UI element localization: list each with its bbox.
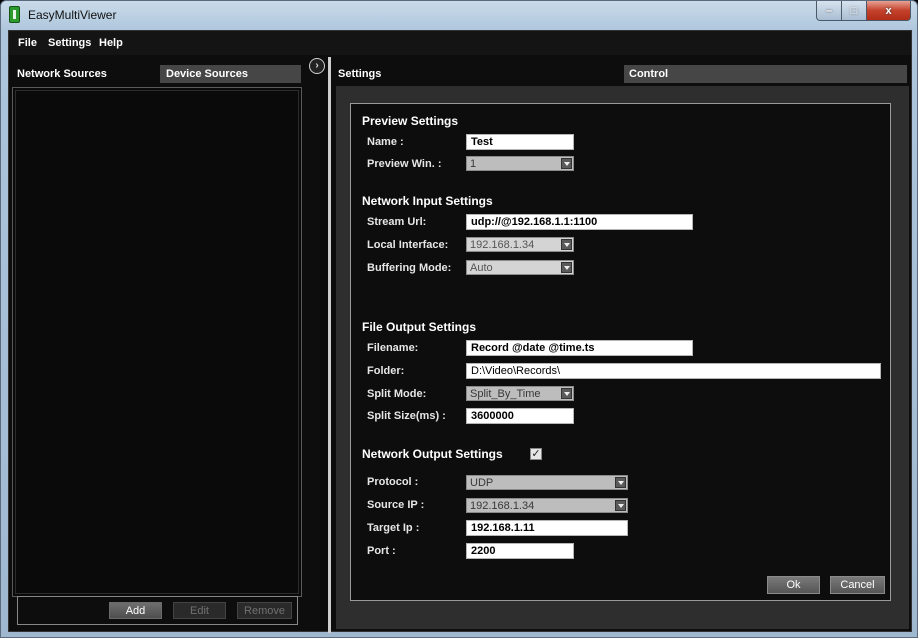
preview-win-label: Preview Win. : — [367, 158, 442, 170]
sources-button-bar: Add Edit Remove — [17, 596, 298, 625]
maximize-icon: □ — [850, 4, 858, 17]
remove-button[interactable]: Remove — [237, 602, 292, 619]
port-field[interactable]: 2200 — [466, 543, 574, 559]
protocol-value: UDP — [470, 477, 494, 489]
split-mode-value: Split_By_Time — [470, 388, 541, 400]
settings-area: Preview Settings Name : Test Preview Win… — [336, 86, 909, 629]
menu-bar: File Settings Help — [9, 31, 911, 55]
settings-form: Preview Settings Name : Test Preview Win… — [350, 103, 891, 601]
tab-network-sources[interactable]: Network Sources — [11, 65, 157, 83]
chevron-down-icon — [615, 500, 626, 511]
preview-win-select[interactable]: 1 — [466, 156, 574, 171]
source-ip-value: 192.168.1.34 — [470, 500, 535, 512]
preview-settings-title: Preview Settings — [362, 114, 459, 128]
window-controls: – □ x — [816, 1, 911, 21]
sources-list[interactable] — [12, 87, 302, 597]
add-button[interactable]: Add — [109, 602, 162, 619]
menu-help[interactable]: Help — [99, 37, 123, 49]
close-button[interactable]: x — [867, 1, 911, 21]
local-interface-value: 192.168.1.34 — [470, 239, 535, 251]
chevron-down-icon — [615, 477, 626, 488]
chevron-down-icon — [561, 262, 572, 273]
source-ip-select[interactable]: 192.168.1.34 — [466, 498, 628, 513]
app-window: EasyMultiViewer – □ x File Settings Help… — [0, 0, 918, 638]
port-label: Port : — [367, 545, 396, 557]
client-area: File Settings Help Network Sources Devic… — [8, 30, 912, 633]
chevron-down-icon — [561, 388, 572, 399]
split-size-field[interactable]: 3600000 — [466, 408, 574, 424]
window-title: EasyMultiViewer — [28, 8, 117, 22]
panel-toggle-icon[interactable]: › — [309, 58, 325, 74]
close-icon: x — [885, 4, 892, 17]
filename-field[interactable]: Record @date @time.ts — [466, 340, 693, 356]
network-output-title: Network Output Settings — [362, 447, 503, 461]
menu-settings[interactable]: Settings — [48, 37, 91, 49]
stream-url-field[interactable]: udp://@192.168.1.1:1100 — [466, 214, 693, 230]
cancel-button[interactable]: Cancel — [830, 576, 885, 594]
maximize-button[interactable]: □ — [842, 1, 867, 21]
folder-field[interactable]: D:\Video\Records\ — [466, 363, 881, 379]
source-ip-label: Source IP : — [367, 499, 425, 511]
protocol-select[interactable]: UDP — [466, 475, 628, 490]
split-size-label: Split Size(ms) : — [367, 410, 446, 422]
split-mode-select[interactable]: Split_By_Time — [466, 386, 574, 401]
folder-label: Folder: — [367, 365, 405, 377]
name-label: Name : — [367, 136, 404, 148]
network-output-checkbox[interactable]: ✓ — [530, 448, 542, 460]
buffering-mode-value: Auto — [470, 262, 493, 274]
stream-url-label: Stream Url: — [367, 216, 427, 228]
chevron-down-icon — [561, 239, 572, 250]
buffering-mode-select[interactable]: Auto — [466, 260, 574, 275]
split-mode-label: Split Mode: — [367, 388, 427, 400]
app-icon — [9, 6, 20, 23]
details-panel: Settings Control Preview Settings Name :… — [333, 62, 911, 631]
local-interface-label: Local Interface: — [367, 239, 449, 251]
preview-win-value: 1 — [470, 158, 477, 170]
tab-settings[interactable]: Settings — [333, 65, 621, 83]
chevron-down-icon — [561, 158, 572, 169]
name-field[interactable]: Test — [466, 134, 574, 150]
menu-file[interactable]: File — [18, 37, 37, 49]
target-ip-field[interactable]: 192.168.1.11 — [466, 520, 628, 536]
buffering-mode-label: Buffering Mode: — [367, 262, 452, 274]
filename-label: Filename: — [367, 342, 419, 354]
minimize-button[interactable]: – — [816, 1, 842, 21]
target-ip-label: Target Ip : — [367, 522, 420, 534]
file-output-title: File Output Settings — [362, 320, 476, 334]
panel-splitter[interactable] — [328, 57, 331, 633]
local-interface-select[interactable]: 192.168.1.34 — [466, 237, 574, 252]
title-bar[interactable]: EasyMultiViewer – □ x — [1, 1, 917, 29]
protocol-label: Protocol : — [367, 476, 419, 488]
tab-control[interactable]: Control — [624, 65, 907, 83]
ok-button[interactable]: Ok — [767, 576, 820, 594]
tab-device-sources[interactable]: Device Sources — [160, 65, 301, 83]
minimize-icon: – — [825, 4, 833, 17]
network-input-title: Network Input Settings — [362, 194, 493, 208]
sources-panel: Network Sources Device Sources Add Edit … — [9, 62, 305, 631]
edit-button[interactable]: Edit — [173, 602, 226, 619]
